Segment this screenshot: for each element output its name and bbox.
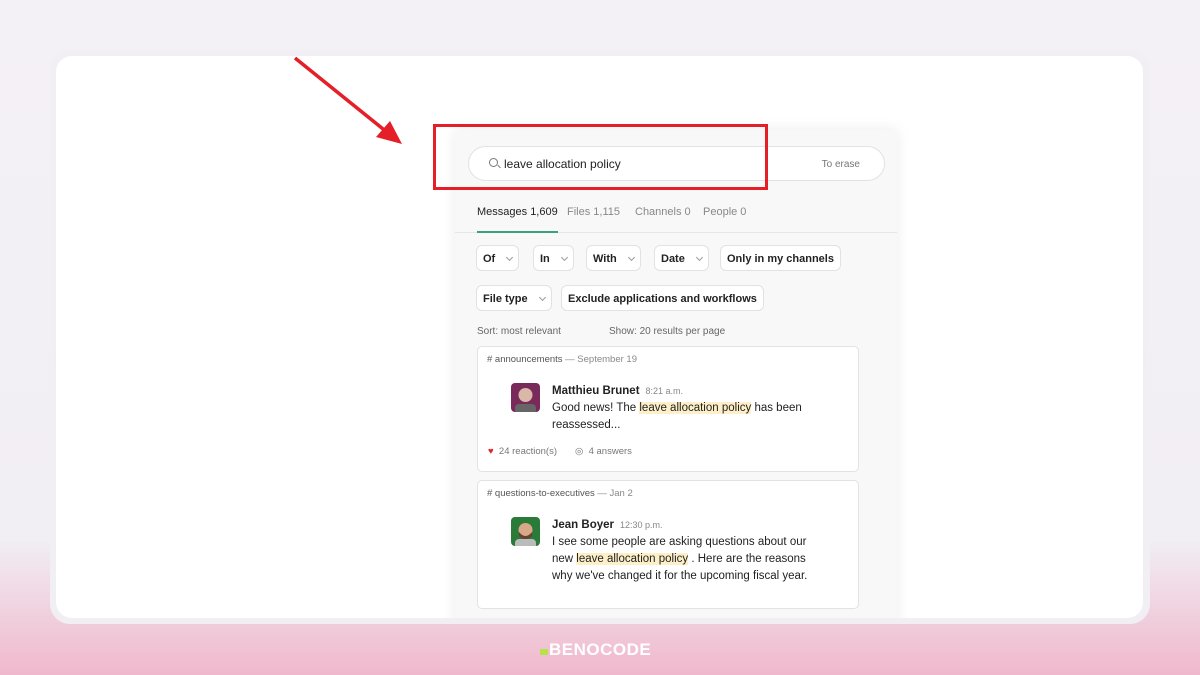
- brand-logo: BENOCODE: [540, 640, 651, 660]
- annotation-arrow: [293, 56, 402, 144]
- logo-mark-icon: [540, 649, 548, 655]
